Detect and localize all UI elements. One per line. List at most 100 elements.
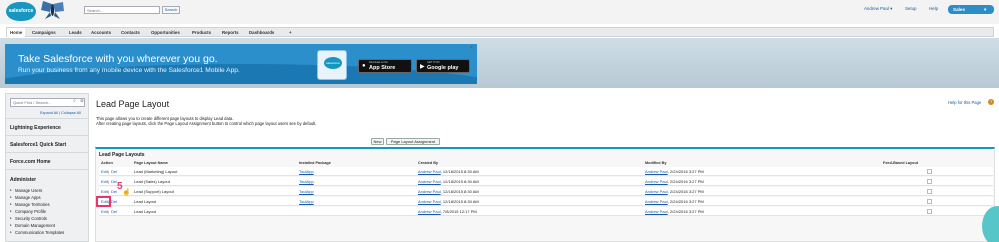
user-menu[interactable]: Andrew Paul ▾ [864,6,892,12]
help-icon[interactable]: ? [988,99,994,105]
action-separator: | [108,179,110,184]
created-by-link[interactable]: Andrew Paul [418,169,441,174]
sidebar-item-security-controls[interactable]: Security Controls [10,216,47,221]
tab-dashboards[interactable]: Dashboards [249,28,274,37]
sidebar-section-lightning[interactable]: Lightning Experience [10,125,61,131]
action-separator: | [108,169,110,174]
layout-name: Lead (Marketing) Layout [134,169,178,174]
divider [6,135,88,136]
sidebar-item-manage-territories[interactable]: Manage Territories [10,202,50,207]
tab-campaigns[interactable]: Campaigns [32,28,56,37]
edit-link[interactable]: Edit [101,209,108,214]
tab-leads[interactable]: Leads [69,28,82,37]
created-by-link[interactable]: Andrew Paul [418,199,441,204]
apple-icon: ● [362,63,366,69]
tab-opportunities[interactable]: Opportunities [151,28,180,37]
created-date: , 7/8/2015 12:17 PM [440,209,477,214]
setup-link[interactable]: Setup [905,6,916,11]
panel-title: Lead Page Layouts [99,152,145,158]
expand-collapse-links[interactable]: Expand All | Collapse All [40,111,81,115]
divider [6,169,88,170]
delete-link[interactable]: Del [111,199,117,204]
created-by-link[interactable]: Andrew Paul [418,209,441,214]
global-search-input[interactable] [84,6,160,14]
modified-by-link[interactable]: Andrew Paul [645,189,668,194]
installed-package-link[interactable]: ToutApp [299,189,314,194]
created-date: , 12/18/2015 8:30 AM [440,199,479,204]
sidebar-item-communication-templates[interactable]: Communication Templates [10,230,64,235]
table-row: Edit | Del Lead (Sales) Layout ToutApp A… [99,177,993,186]
modified-by-link[interactable]: Andrew Paul [645,199,668,204]
page-title: Lead Page Layout [96,99,170,109]
table-row: Edit | Del Lead Layout Andrew Paul, 7/8/… [99,207,993,216]
page-layout-assignment-button[interactable]: Page Layout Assignment [386,138,440,145]
sidebar-section-force-home[interactable]: Force.com Home [10,159,51,165]
page-description: This page allows you to create different… [96,116,796,127]
column-header[interactable]: Installed Package [299,161,331,165]
edit-link[interactable]: Edit [101,169,108,174]
edit-link[interactable]: Edit [101,179,108,184]
modified-by-link[interactable]: Andrew Paul [645,169,668,174]
tab-reports[interactable]: Reports [222,28,239,37]
created-by-link[interactable]: Andrew Paul [418,189,441,194]
layout-name: Lead Layout [134,209,157,214]
edit-link[interactable]: Edit [101,189,108,194]
delete-link[interactable]: Del [111,209,117,214]
tab-add[interactable]: + [289,28,292,37]
modified-by-link[interactable]: Andrew Paul [645,209,668,214]
sidebar-section-quick-start[interactable]: Salesforce1 Quick Start [10,142,66,148]
banner-subline: Run your business from any mobile device… [18,67,240,74]
table-row: Edit | Del Lead (Support) Layout ToutApp… [99,187,993,196]
tab-products[interactable]: Products [192,28,211,37]
mascot-icon [41,1,64,19]
modified-date: , 2/24/2016 3:27 PM [667,209,704,214]
help-for-page-link[interactable]: Help for this Page [948,100,981,105]
sidebar-item-company-profile[interactable]: Company Profile [10,209,46,214]
divider [6,118,88,119]
divider [6,152,88,153]
salesforce-logo[interactable]: salesforce [6,2,36,21]
tab-accounts[interactable]: Accounts [91,28,111,37]
global-header: salesforce Search Andrew Paul ▾ Setup He… [0,0,999,24]
banner-headline: Take Salesforce with you wherever you go… [18,53,218,65]
tab-home[interactable]: Home [7,28,26,37]
column-header[interactable]: Feed-Based Layout [883,161,918,165]
modified-date: , 2/24/2016 3:27 PM [667,199,704,204]
hand-cursor-icon: ☝ [122,189,131,196]
salesforce1-promo-banner[interactable]: Take Salesforce with you wherever you go… [5,44,477,84]
sidebar-item-manage-apps[interactable]: Manage Apps [10,195,41,200]
google-play-badge[interactable]: ▶ GET IT ON Google play [416,59,470,73]
googleplay-small-text: GET IT ON [427,61,440,64]
google-play-icon: ▶ [420,64,425,70]
installed-package-link[interactable]: ToutApp [299,199,314,204]
tab-contacts[interactable]: Contacts [121,28,140,37]
clear-icon[interactable]: ⊗ [80,98,84,104]
delete-link[interactable]: Del [111,169,117,174]
feed-based-checkbox [927,199,932,204]
action-separator: | [108,209,110,214]
sidebar-item-domain-management[interactable]: Domain Management [10,223,55,228]
action-separator: | [108,189,110,194]
modified-date: , 2/24/2016 3:27 PM [667,169,704,174]
column-header[interactable]: Modified By [645,161,667,165]
modified-by-link[interactable]: Andrew Paul [645,179,668,184]
banner-close-icon[interactable]: × [470,45,473,51]
sidebar-item-manage-users[interactable]: Manage Users [10,188,42,193]
created-by-link[interactable]: Andrew Paul [418,179,441,184]
table-row: Edit | Del Lead Layout ToutApp Andrew Pa… [99,197,993,206]
installed-package-link[interactable]: ToutApp [299,179,314,184]
app-switcher[interactable]: Sales ▾ [948,5,994,14]
appstore-small-text: Download on the [369,61,388,64]
app-store-badge[interactable]: ● Download on the App Store [358,59,412,73]
modified-date: , 2/24/2016 3:27 PM [667,189,704,194]
column-header[interactable]: Created By [418,161,438,165]
sidebar-section-administer[interactable]: Administer [10,177,36,183]
description-line: After creating page layouts, click the P… [96,121,317,127]
layout-name: Lead (Support) Layout [134,189,174,194]
new-button[interactable]: New [371,138,384,145]
setup-sidebar: ⌕ ⊗ Expand All | Collapse All Lightning … [5,93,89,242]
global-search-button[interactable]: Search [162,6,180,14]
installed-package-link[interactable]: ToutApp [299,169,314,174]
column-header[interactable]: Page Layout Name [134,161,168,165]
help-link[interactable]: Help [929,6,938,11]
